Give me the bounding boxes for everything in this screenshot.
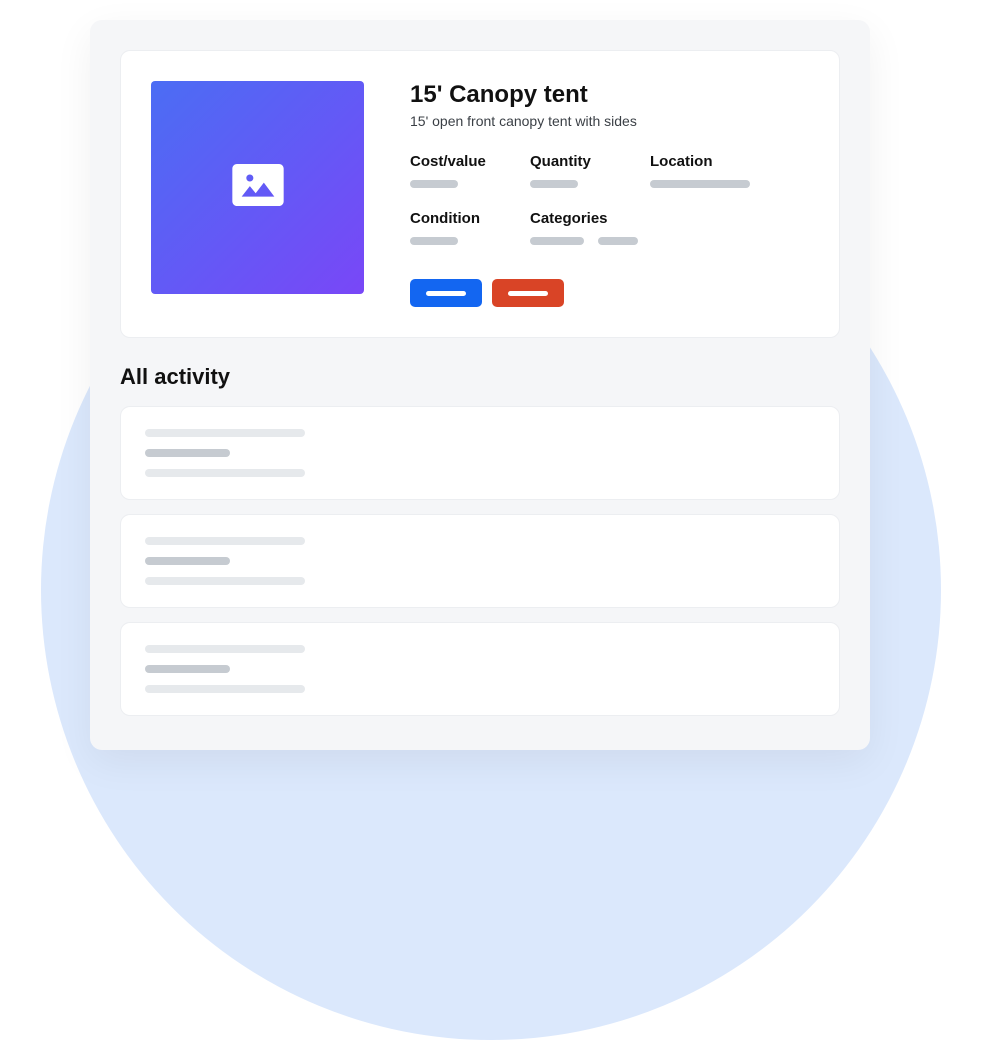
location-label: Location xyxy=(650,153,750,170)
info-row-1: Cost/value Quantity Location xyxy=(410,153,809,188)
activity-line-placeholder xyxy=(145,449,230,457)
location-block: Location xyxy=(650,153,750,188)
condition-value-placeholder xyxy=(410,237,458,245)
item-subtitle: 15' open front canopy tent with sides xyxy=(410,113,809,129)
quantity-value-placeholder xyxy=(530,180,578,188)
categories-value-placeholder xyxy=(530,237,638,245)
activity-line-placeholder xyxy=(145,577,305,585)
categories-label: Categories xyxy=(530,210,638,227)
activity-item xyxy=(120,406,840,500)
activity-line-placeholder xyxy=(145,665,230,673)
activity-line-placeholder xyxy=(145,645,305,653)
page-container: 15' Canopy tent 15' open front canopy te… xyxy=(90,20,870,750)
cost-value-placeholder xyxy=(410,180,458,188)
activity-section-title: All activity xyxy=(120,364,840,390)
action-buttons xyxy=(410,279,809,307)
info-row-2: Condition Categories xyxy=(410,210,809,245)
item-title: 15' Canopy tent xyxy=(410,81,809,109)
condition-label: Condition xyxy=(410,210,490,227)
activity-line-placeholder xyxy=(145,557,230,565)
item-image-placeholder xyxy=(151,81,364,294)
item-detail-content: 15' Canopy tent 15' open front canopy te… xyxy=(410,81,809,307)
categories-block: Categories xyxy=(530,210,638,245)
cost-block: Cost/value xyxy=(410,153,490,188)
primary-action-button[interactable] xyxy=(410,279,482,307)
activity-line-placeholder xyxy=(145,685,305,693)
activity-line-placeholder xyxy=(145,537,305,545)
condition-block: Condition xyxy=(410,210,490,245)
item-detail-card: 15' Canopy tent 15' open front canopy te… xyxy=(120,50,840,338)
activity-line-placeholder xyxy=(145,469,305,477)
danger-action-button[interactable] xyxy=(492,279,564,307)
cost-label: Cost/value xyxy=(410,153,490,170)
activity-line-placeholder xyxy=(145,429,305,437)
location-value-placeholder xyxy=(650,180,750,188)
quantity-label: Quantity xyxy=(530,153,610,170)
quantity-block: Quantity xyxy=(530,153,610,188)
activity-item xyxy=(120,514,840,608)
image-icon xyxy=(230,157,286,218)
